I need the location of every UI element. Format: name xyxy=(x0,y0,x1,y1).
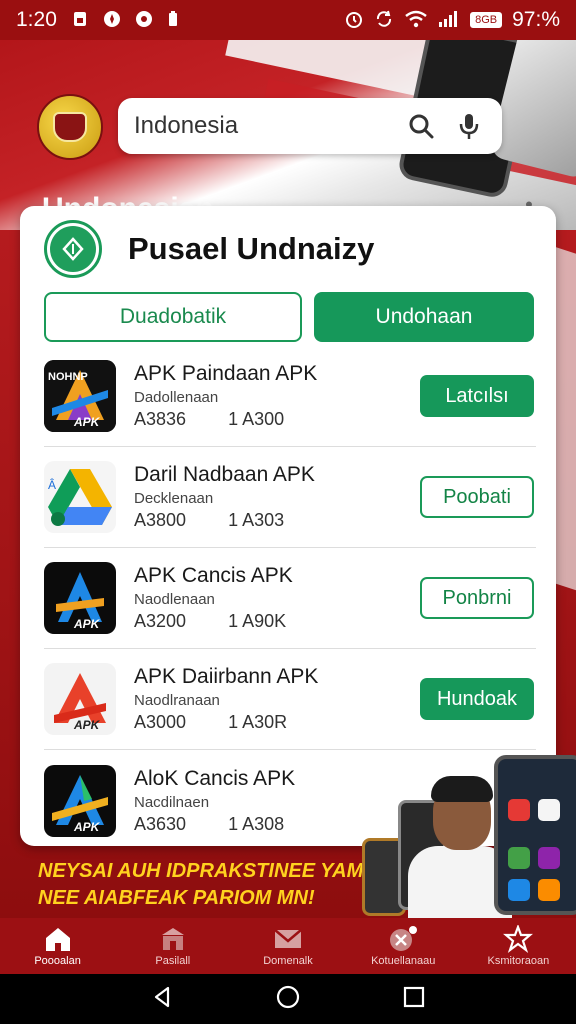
nav-item-mail[interactable]: Domenalk xyxy=(230,918,345,974)
app-stat: A3200 xyxy=(134,611,187,631)
promo-phone-image xyxy=(494,755,576,915)
garuda-emblem-logo[interactable] xyxy=(37,94,103,160)
app-action-button[interactable]: Latcılsı xyxy=(420,375,534,417)
status-bar: 1:20 8GB 97:% xyxy=(0,0,576,40)
ribbon-icon xyxy=(503,925,534,953)
svg-text:APK: APK xyxy=(73,415,101,429)
app-stat: A3000 xyxy=(134,712,187,732)
list-item[interactable]: APK APK Daiirbann APK Naodlranaan A3000 … xyxy=(44,649,536,750)
apk-app-icon: APK xyxy=(44,764,116,837)
mail-icon xyxy=(273,925,303,953)
wifi-icon xyxy=(404,9,428,32)
svg-text:APK: APK xyxy=(73,820,101,834)
svg-text:NOHNP: NOHNP xyxy=(48,371,88,383)
nav-item-store[interactable]: Pasilall xyxy=(115,918,230,974)
nav-label: Ksmitoraoan xyxy=(487,955,550,967)
store-icon xyxy=(159,925,187,953)
nav-item-tools[interactable]: Kotuellanaau xyxy=(346,918,461,974)
apk-app-icon: APK xyxy=(44,562,116,634)
app-action-button[interactable]: Poobati xyxy=(420,476,534,518)
apk-app-icon: APK xyxy=(44,663,116,735)
apk-app-icon: APK NOHNP xyxy=(44,360,116,432)
app-stat: A3630 xyxy=(134,813,187,834)
settings-app-icon xyxy=(135,10,153,31)
promo-line-2: NEE AIABFEAK PARIOM MN! xyxy=(38,887,315,909)
store-name: Pusael Undnaizy xyxy=(128,231,375,266)
tab-duadobatik[interactable]: Duadobatik xyxy=(44,292,302,342)
app-stat: 1 A308 xyxy=(228,813,285,834)
list-item[interactable]: Â Daril Nadbaan APK Decklenaan A3800 1 A… xyxy=(44,447,536,548)
recents-icon[interactable] xyxy=(402,985,426,1014)
status-time: 1:20 xyxy=(16,8,57,31)
signal-icon xyxy=(438,10,460,31)
search-bar[interactable]: Indonesia xyxy=(118,98,502,154)
nav-item-ribbon[interactable]: Ksmitoraoan xyxy=(461,918,576,974)
store-card: Pusael Undnaizy Duadobatik Undohaan APK … xyxy=(20,206,556,846)
alarm-icon xyxy=(344,9,364,32)
back-icon[interactable] xyxy=(150,985,174,1014)
svg-text:Â: Â xyxy=(48,477,56,492)
nav-label: Domenalk xyxy=(263,955,313,967)
mic-icon[interactable] xyxy=(452,109,486,143)
nav-label: Poooalan xyxy=(34,955,81,967)
nav-label: Pasilall xyxy=(155,955,191,967)
app-stat: A3800 xyxy=(134,510,187,530)
tab-bar: Duadobatik Undohaan xyxy=(44,292,534,342)
app-stat: A3836 xyxy=(134,409,187,429)
nav-label: Kotuellanaau xyxy=(371,955,436,967)
tab-undohaan[interactable]: Undohaan xyxy=(314,292,534,342)
search-input[interactable]: Indonesia xyxy=(134,112,390,140)
promo-line-1: NEYSAI AUH IDPRAKSTINEE YAM xyxy=(38,860,364,882)
sim-card-icon xyxy=(71,10,89,31)
bottom-navigation: Poooalan Pasilall Domenalk Kotuellanaau … xyxy=(0,918,576,974)
app-stat: 1 A90K xyxy=(228,611,287,631)
app-action-button[interactable]: Ponbrni xyxy=(420,577,534,619)
battery-small-icon xyxy=(167,10,179,31)
app-stat: 1 A30R xyxy=(228,712,288,732)
store-header: Pusael Undnaizy xyxy=(44,220,374,278)
home-icon xyxy=(44,925,72,953)
network-badge-icon: 8GB xyxy=(470,12,503,28)
promo-text: NEYSAI AUH IDPRAKSTINEE YAM NEE AIABFEAK… xyxy=(38,858,363,912)
app-action-button[interactable]: Hundoak xyxy=(420,678,534,720)
system-navigation-bar xyxy=(0,974,576,1024)
hero-banner: Indonesia Undonesian ••• xyxy=(0,40,576,230)
tools-icon xyxy=(388,925,418,953)
home-circle-icon[interactable] xyxy=(275,984,301,1015)
sync-icon xyxy=(374,9,394,32)
store-logo-icon xyxy=(44,220,102,278)
nav-item-home[interactable]: Poooalan xyxy=(0,918,115,974)
compass-icon xyxy=(103,10,121,31)
list-item[interactable]: APK APK Cancis APK Naodlenaan A3200 1 A9… xyxy=(44,548,536,649)
app-stat: 1 A300 xyxy=(228,409,285,429)
app-list: APK NOHNP APK Paindaan APK Dadollenaan A… xyxy=(44,346,536,846)
search-icon[interactable] xyxy=(404,109,438,143)
battery-level: 97:% xyxy=(512,8,560,31)
svg-text:APK: APK xyxy=(73,718,101,732)
svg-text:APK: APK xyxy=(73,617,101,631)
app-stat: 1 A303 xyxy=(228,510,285,530)
drive-app-icon: Â xyxy=(44,461,116,533)
list-item[interactable]: APK NOHNP APK Paindaan APK Dadollenaan A… xyxy=(44,346,536,447)
